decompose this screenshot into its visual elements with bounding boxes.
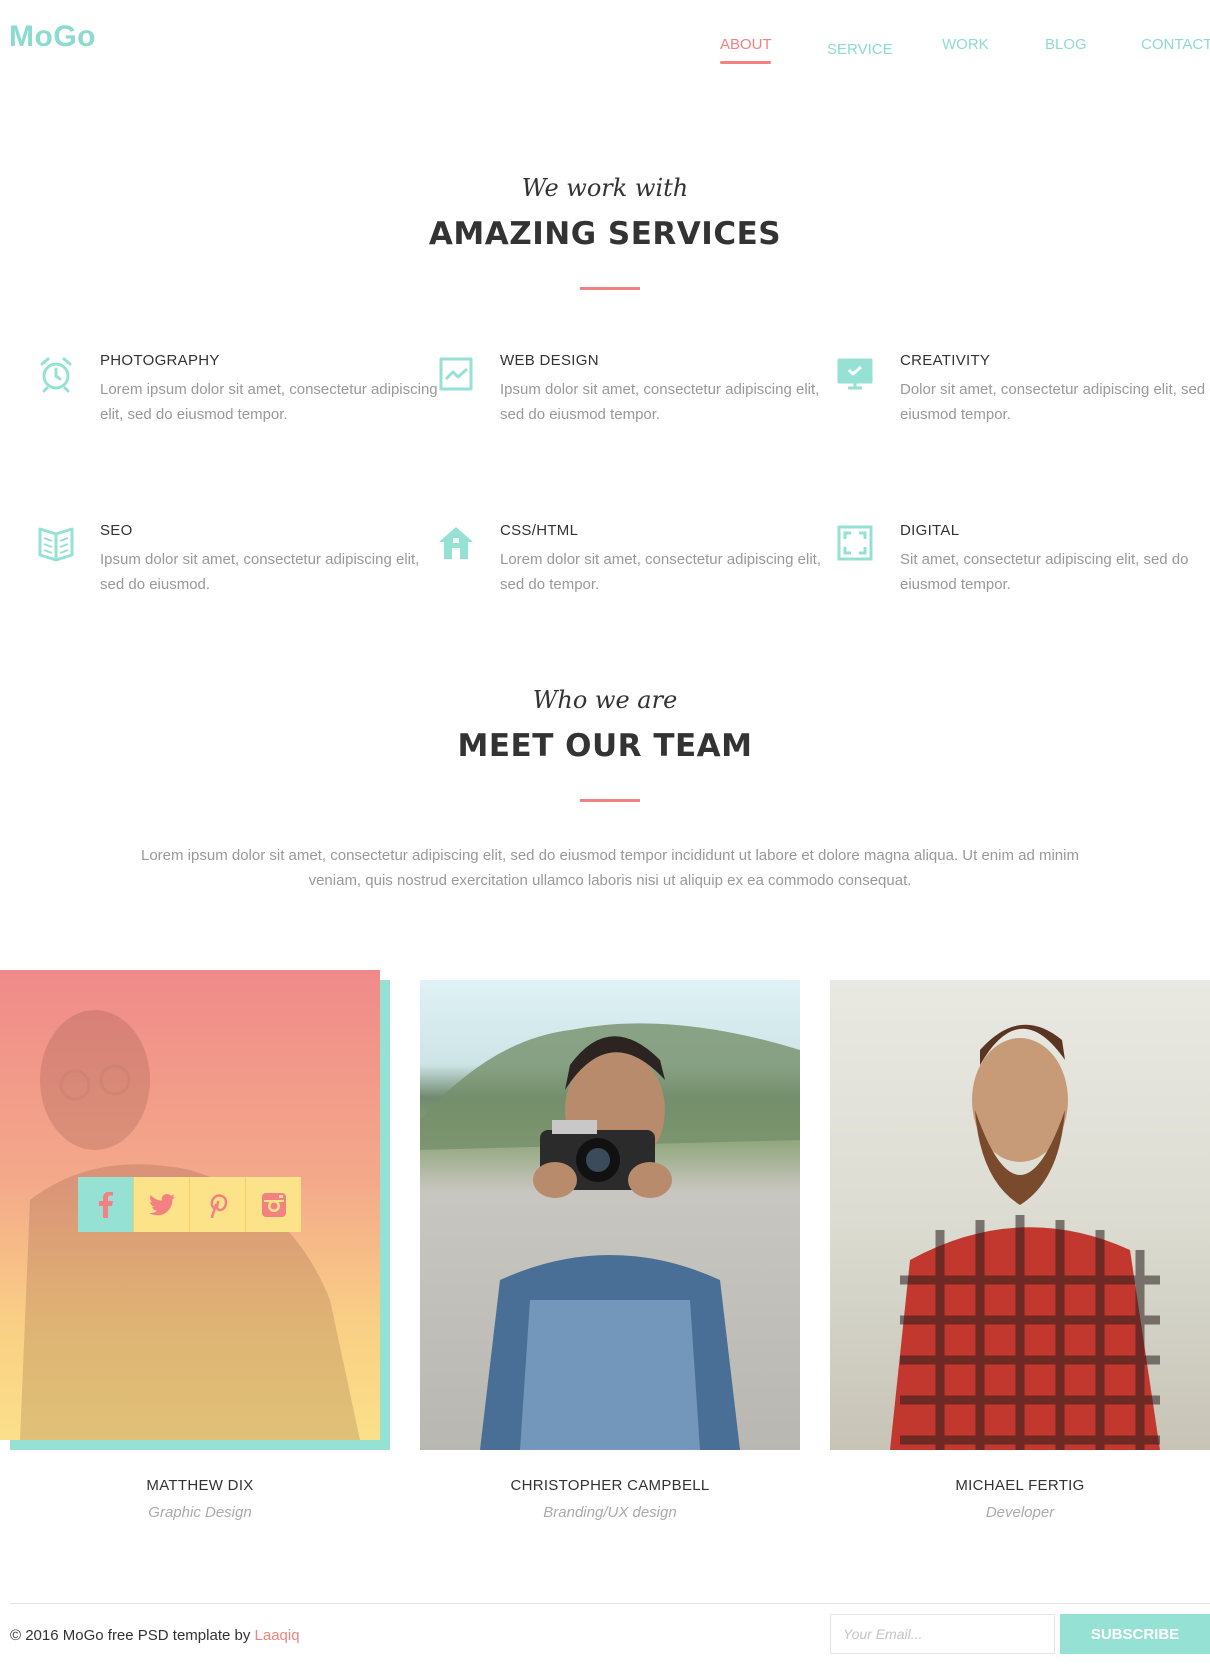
service-text: Sit amet, consectetur adipiscing elit, s… — [900, 551, 1189, 593]
facebook-icon[interactable] — [78, 1177, 134, 1232]
email-field[interactable] — [830, 1614, 1055, 1654]
services-script-title: We work with — [521, 174, 689, 202]
service-text: Ipsum dolor sit amet, consectetur adipis… — [100, 551, 420, 593]
nav-service[interactable]: SERVICE — [827, 41, 893, 58]
service-title: SEO — [100, 522, 133, 539]
author-link[interactable]: Laaqiq — [255, 1627, 300, 1644]
nav-work[interactable]: WORK — [942, 36, 989, 53]
instagram-icon[interactable] — [246, 1177, 301, 1232]
service-item: DIGITAL Sit amet, consectetur adipiscing… — [900, 522, 1210, 597]
house-icon — [437, 524, 475, 562]
service-item: CSS/HTML Lorem dolor sit amet, consectet… — [500, 522, 840, 597]
book-icon — [37, 524, 75, 562]
service-text: Lorem dolor sit amet, consectetur adipis… — [500, 551, 821, 593]
nav-contact[interactable]: CONTACT — [1141, 36, 1210, 53]
footer-divider — [10, 1603, 1210, 1604]
chart-icon — [437, 355, 475, 393]
brand-logo[interactable]: MoGo — [9, 20, 96, 54]
team-member-name: MICHAEL FERTIG — [955, 1477, 1085, 1494]
fullscreen-icon — [836, 524, 874, 562]
team-title: MEET OUR TEAM — [457, 728, 753, 764]
service-title: CSS/HTML — [500, 522, 579, 539]
service-title: WEB DESIGN — [500, 352, 599, 369]
subscribe-button[interactable]: SUBSCRIBE — [1060, 1614, 1210, 1654]
team-member-name: MATTHEW DIX — [146, 1477, 254, 1494]
team-photo-matthew[interactable] — [0, 970, 380, 1440]
copyright-text: © 2016 MoGo free PSD template by — [10, 1627, 251, 1644]
service-title: DIGITAL — [900, 522, 960, 539]
services-divider — [580, 287, 640, 290]
team-intro-text: Lorem ipsum dolor sit amet, consectetur … — [141, 847, 1079, 889]
monitor-icon — [836, 355, 874, 393]
nav-active-indicator — [720, 61, 771, 64]
service-text: Ipsum dolor sit amet, consectetur adipis… — [500, 381, 820, 423]
service-item: PHOTOGRAPHY Lorem ipsum dolor sit amet, … — [100, 352, 440, 427]
service-item: WEB DESIGN Ipsum dolor sit amet, consect… — [500, 352, 840, 427]
team-photo-christopher[interactable] — [420, 980, 800, 1450]
services-title: AMAZING SERVICES — [428, 216, 782, 252]
team-member-name: CHRISTOPHER CAMPBELL — [510, 1477, 710, 1494]
alarm-clock-icon — [37, 355, 75, 393]
service-title: PHOTOGRAPHY — [100, 352, 220, 369]
nav-about[interactable]: ABOUT — [720, 36, 772, 53]
service-item: SEO Ipsum dolor sit amet, consectetur ad… — [100, 522, 440, 597]
service-text: Dolor sit amet, consectetur adipiscing e… — [900, 381, 1210, 423]
team-member-role: Branding/UX design — [543, 1504, 677, 1521]
service-title: CREATIVITY — [900, 352, 991, 369]
service-text: Lorem ipsum dolor sit amet, consectetur … — [100, 381, 438, 423]
team-script-title: Who we are — [532, 686, 678, 714]
twitter-icon[interactable] — [134, 1177, 190, 1232]
team-member-role: Developer — [985, 1504, 1055, 1521]
team-member-role: Graphic Design — [148, 1504, 252, 1521]
pinterest-icon[interactable] — [190, 1177, 246, 1232]
team-divider — [580, 799, 640, 802]
team-photo-michael[interactable] — [830, 980, 1210, 1450]
service-item: CREATIVITY Dolor sit amet, consectetur a… — [900, 352, 1210, 427]
nav-blog[interactable]: BLOG — [1045, 36, 1087, 53]
copyright: © 2016 MoGo free PSD template by Laaqiq — [10, 1627, 300, 1644]
social-links — [78, 1177, 301, 1232]
